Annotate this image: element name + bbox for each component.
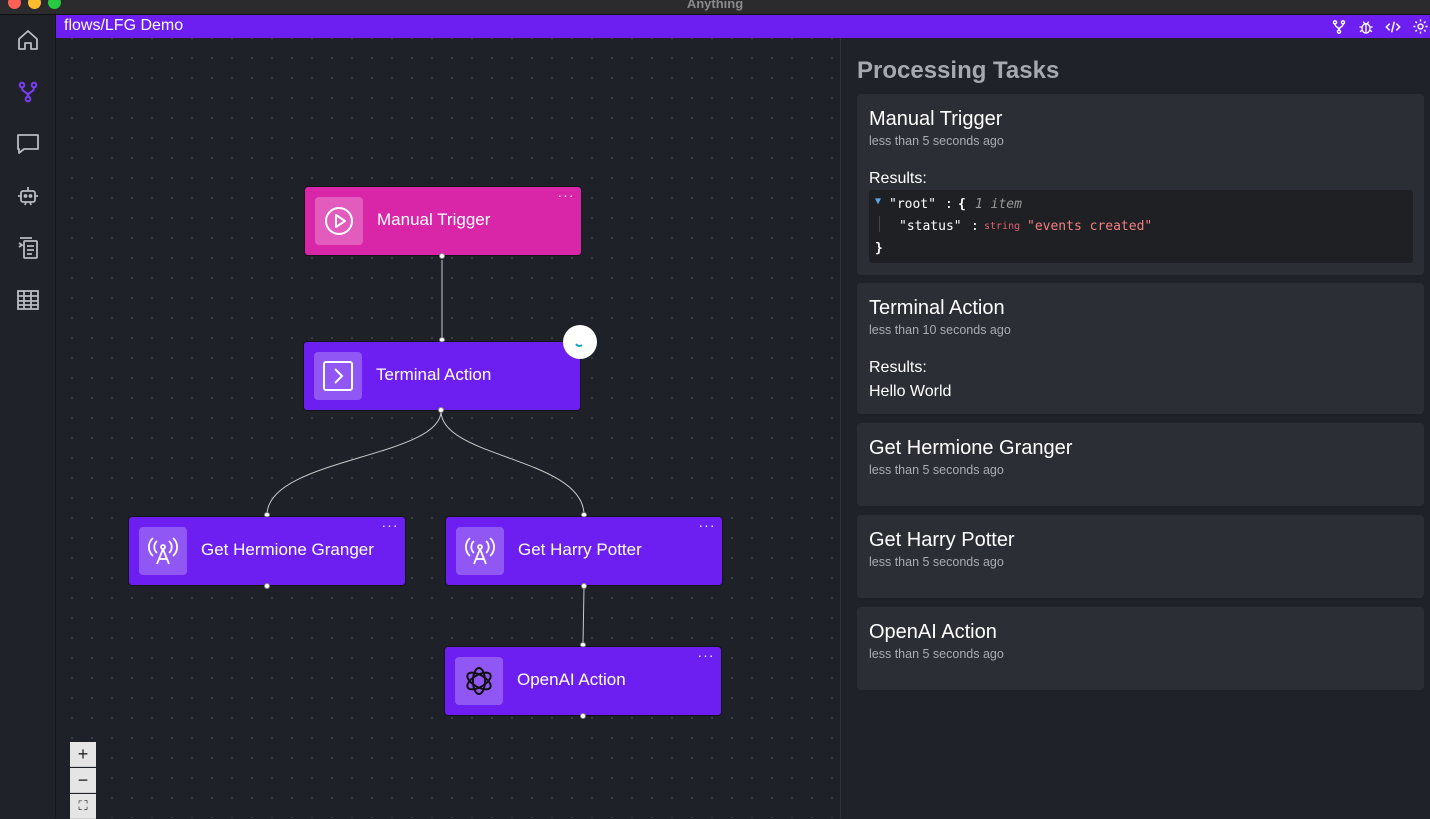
openai-icon (455, 657, 503, 705)
node-menu-button[interactable]: ··· (380, 517, 400, 533)
node-openai-action[interactable]: OpenAI Action ··· (445, 647, 721, 715)
results-label: Results: (869, 359, 927, 376)
antenna-icon (456, 527, 504, 575)
task-time: less than 5 seconds ago (869, 134, 1004, 148)
loading-spinner-icon (563, 325, 597, 359)
edge-harry-openai (582, 586, 585, 646)
task-time: less than 5 seconds ago (869, 555, 1004, 569)
table-icon[interactable] (14, 286, 42, 314)
settings-icon[interactable] (1411, 17, 1430, 36)
task-card: Get Harry Potter less than 5 seconds ago (857, 515, 1424, 598)
node-manual-trigger[interactable]: Manual Trigger ··· (305, 187, 581, 255)
task-card: Get Hermione Granger less than 5 seconds… (857, 423, 1424, 506)
task-title: Manual Trigger (869, 108, 1003, 130)
flow-header-bar: flows/LFG Demo (56, 15, 1430, 38)
node-label: Get Hermione Granger (201, 540, 374, 559)
terminal-icon (314, 352, 362, 400)
zoom-out-button[interactable]: − (70, 768, 96, 793)
breadcrumb[interactable]: flows/LFG Demo (64, 17, 183, 35)
task-time: less than 5 seconds ago (869, 463, 1004, 477)
json-item-count: 1 item (975, 197, 1022, 212)
sidebar (0, 15, 56, 818)
json-child-key: "status" (899, 219, 962, 234)
home-icon[interactable] (14, 26, 42, 54)
task-card: Terminal Action less than 10 seconds ago… (857, 283, 1424, 414)
play-icon (315, 197, 363, 245)
task-title: Terminal Action (869, 297, 1005, 319)
node-handle[interactable] (439, 253, 445, 259)
node-handle[interactable] (580, 713, 586, 719)
task-time: less than 5 seconds ago (869, 647, 1004, 661)
edge-terminal-hermione (266, 410, 442, 516)
node-get-hermione-granger[interactable]: Get Hermione Granger ··· (129, 517, 405, 585)
json-colon: : (945, 197, 953, 212)
node-label: OpenAI Action (517, 670, 626, 689)
window-titlebar: Anything (0, 0, 1430, 15)
json-viewer: ▼ "root" : { 1 item "status" : string "e… (869, 190, 1413, 263)
zoom-in-button[interactable]: + (70, 742, 96, 767)
code-icon[interactable] (1383, 17, 1402, 36)
antenna-icon (139, 527, 187, 575)
node-label: Get Harry Potter (518, 540, 642, 559)
node-handle[interactable] (264, 583, 270, 589)
results-label: Results: (869, 170, 927, 187)
node-handle[interactable] (438, 407, 444, 413)
fit-view-button[interactable]: ⛶ (70, 794, 96, 819)
tasks-icon[interactable] (14, 234, 42, 262)
chat-icon[interactable] (14, 130, 42, 158)
node-menu-button[interactable]: ··· (696, 647, 716, 663)
task-title: OpenAI Action (869, 621, 997, 643)
json-value-type: string (984, 221, 1021, 232)
panel-title: Processing Tasks (857, 57, 1060, 84)
flow-icon[interactable] (1329, 17, 1348, 36)
json-colon: : (971, 219, 979, 234)
flow-icon[interactable] (14, 78, 42, 106)
processing-tasks-panel: Processing Tasks Manual Trigger less tha… (840, 38, 1430, 818)
collapse-toggle-icon[interactable]: ▼ (875, 196, 881, 207)
node-label: Manual Trigger (377, 210, 491, 229)
task-title: Get Harry Potter (869, 529, 1015, 551)
node-menu-button[interactable]: ··· (556, 187, 576, 203)
json-brace-open: { (958, 197, 966, 212)
json-brace-close: } (875, 241, 883, 256)
node-handle[interactable] (581, 583, 587, 589)
edge-terminal-harry (440, 410, 585, 516)
task-card: Manual Trigger less than 5 seconds ago R… (857, 94, 1424, 275)
bug-icon[interactable] (1356, 17, 1375, 36)
task-title: Get Hermione Granger (869, 437, 1073, 459)
task-time: less than 10 seconds ago (869, 323, 1011, 337)
node-terminal-action[interactable]: Terminal Action (304, 342, 580, 410)
node-get-harry-potter[interactable]: Get Harry Potter ··· (446, 517, 722, 585)
bot-icon[interactable] (14, 182, 42, 210)
json-value: "events created" (1027, 219, 1153, 234)
result-text: Hello World (869, 383, 952, 400)
node-menu-button[interactable]: ··· (697, 517, 717, 533)
node-label: Terminal Action (376, 365, 492, 384)
json-indent-guide (879, 216, 880, 232)
flow-canvas[interactable]: Manual Trigger ··· Terminal Action Get H… (56, 38, 840, 819)
window-title: Anything (686, 0, 744, 11)
task-card: OpenAI Action less than 5 seconds ago (857, 607, 1424, 690)
json-root-key: "root" (889, 197, 936, 212)
